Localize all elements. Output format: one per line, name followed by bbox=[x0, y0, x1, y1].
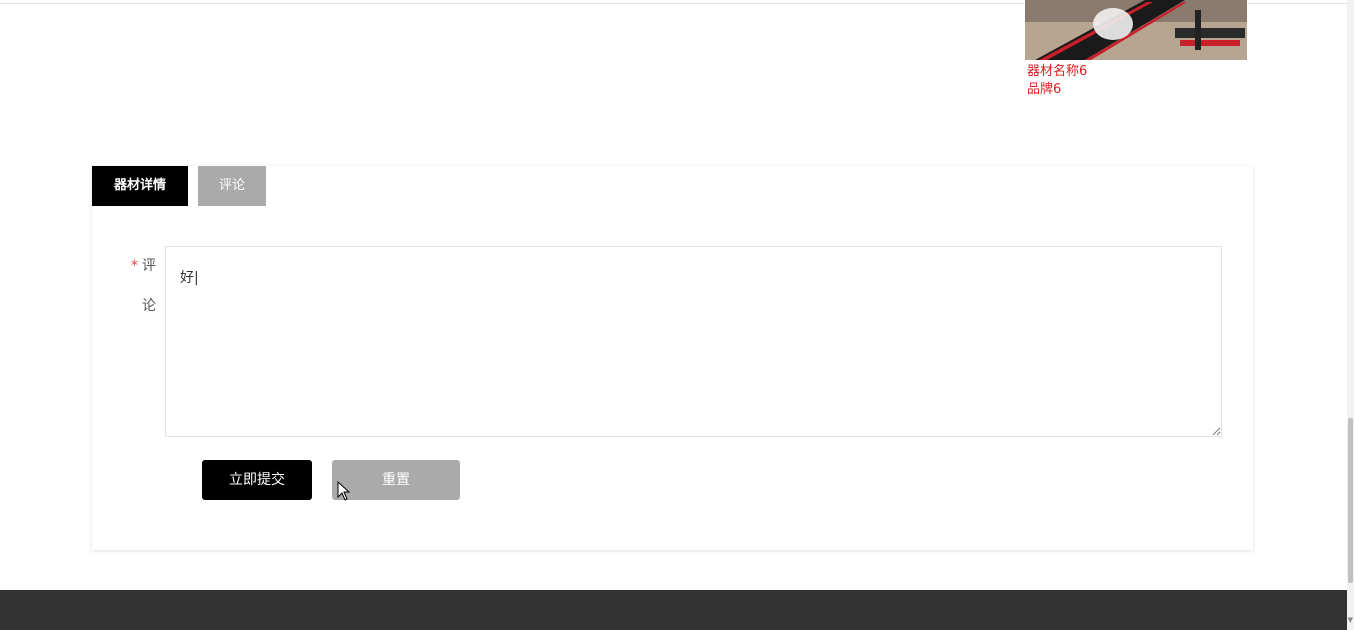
mouse-cursor-icon bbox=[337, 481, 351, 501]
submit-button[interactable]: 立即提交 bbox=[202, 460, 312, 500]
scrollbar-thumb[interactable] bbox=[1348, 418, 1353, 583]
fitness-bench-image bbox=[1025, 0, 1247, 60]
comment-label-text: 评论 bbox=[142, 258, 156, 314]
required-mark: * bbox=[131, 258, 138, 274]
comment-label: * 评论 bbox=[122, 246, 156, 326]
product-name[interactable]: 器材名称6 bbox=[1025, 63, 1247, 81]
detail-panel: 器材详情 评论 *评论 立即提交 重置 bbox=[92, 166, 1253, 550]
vertical-scrollbar[interactable]: ▼ bbox=[1347, 0, 1354, 630]
comment-textarea[interactable] bbox=[165, 246, 1222, 437]
product-card[interactable]: 器材名称6 品牌6 bbox=[1025, 0, 1247, 99]
reset-button[interactable]: 重置 bbox=[332, 460, 460, 500]
product-image[interactable] bbox=[1025, 0, 1247, 60]
tab-equipment-details[interactable]: 器材详情 bbox=[92, 166, 188, 206]
scroll-down-arrow-icon[interactable]: ▼ bbox=[1348, 617, 1353, 624]
page-footer bbox=[0, 590, 1347, 630]
product-brand[interactable]: 品牌6 bbox=[1025, 81, 1247, 99]
tab-comments[interactable]: 评论 bbox=[198, 166, 266, 206]
